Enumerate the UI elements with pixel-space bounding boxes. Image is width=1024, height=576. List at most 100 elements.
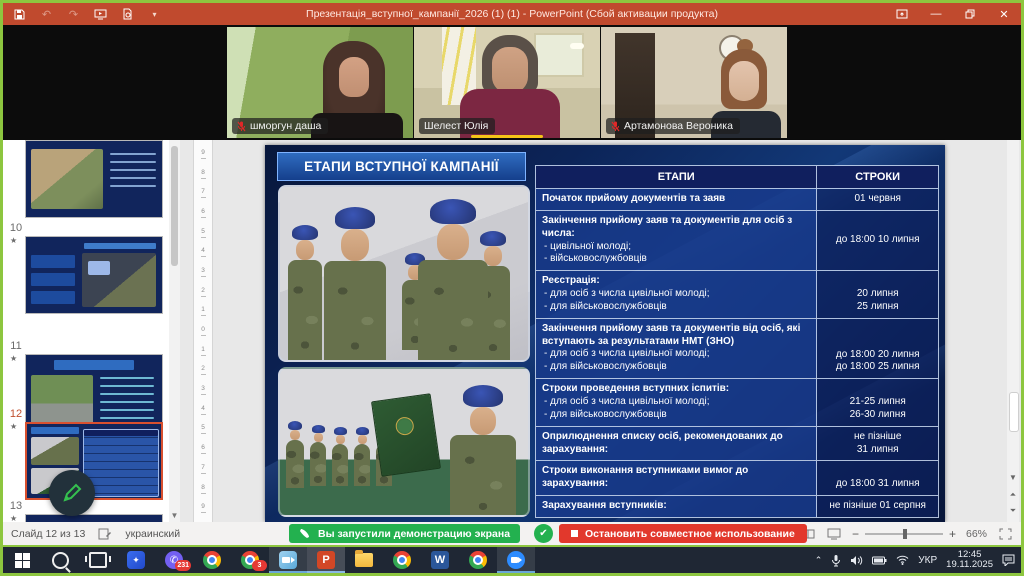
file-explorer[interactable] <box>345 547 383 573</box>
qat-customize-icon[interactable]: ▾ <box>148 8 161 21</box>
animation-star-icon: ★ <box>10 514 17 522</box>
next-slide-icon[interactable]: ⏷ <box>1007 506 1019 516</box>
zoom-slider[interactable]: − + <box>852 527 956 541</box>
start-slideshow-icon[interactable] <box>94 8 107 21</box>
notes-icon[interactable] <box>97 527 113 541</box>
save-icon[interactable] <box>13 8 26 21</box>
participant-name-label: Артамонова Вероника <box>606 118 740 134</box>
animation-star-icon: ★ <box>10 354 17 363</box>
chrome-app-4[interactable] <box>459 547 497 573</box>
participant-video-tile[interactable]: Артамонова Вероника <box>601 27 787 138</box>
participant-name: Шелест Юлія <box>424 120 488 132</box>
term-cell: до 18:00 20 липнядо 18:00 25 липня <box>817 319 938 378</box>
thumbnail-content <box>31 291 75 304</box>
scroll-down-icon[interactable]: ▼ <box>1007 473 1019 482</box>
minimize-button[interactable]: — <box>919 3 953 25</box>
thumbnail-content <box>110 169 156 171</box>
notification-badge: 3 <box>252 560 267 571</box>
language-tray-indicator[interactable]: УКР <box>918 555 937 566</box>
zoom-in-icon[interactable]: + <box>949 527 956 541</box>
stage-cell: Оприлюднення списку осіб, рекомендованих… <box>536 427 817 461</box>
action-center-icon[interactable] <box>1002 554 1015 566</box>
slide-canvas[interactable]: ЕТАПИ ВСТУПНОЇ КАМПАНІЇ ЕТАП <box>265 145 945 522</box>
slide-thumbnail[interactable] <box>25 236 163 314</box>
stage-cell: Зарахування вступників: <box>536 496 817 517</box>
slideshow-view-icon[interactable] <box>826 527 842 541</box>
ruler-mark: 2 <box>194 361 212 381</box>
stage-line: Закінчення прийому заяв та документів дл… <box>542 215 810 241</box>
ribbon-display-options-button[interactable] <box>885 3 919 25</box>
microphone-icon[interactable] <box>831 554 841 567</box>
task-view-button[interactable] <box>79 547 117 573</box>
zoom-icon <box>507 551 525 569</box>
zoom-out-icon[interactable]: − <box>852 527 859 541</box>
participant-video-tile[interactable]: шморгун даша <box>227 27 413 138</box>
table-row: Зарахування вступників:не пізніше 01 сер… <box>536 495 938 517</box>
thumbnail-content <box>54 360 134 370</box>
stage-line: Зарахування вступників: <box>542 500 810 513</box>
table-row: Реєстрація:- для осіб з числа цивільної … <box>536 270 938 318</box>
stage-line: - для військовослужбовців <box>542 361 810 374</box>
stage-line: - цивільної молоді; <box>542 241 810 254</box>
fit-slide-icon[interactable] <box>997 527 1013 541</box>
stage-line: Строки виконання вступниками вимог до за… <box>542 465 810 491</box>
animation-star-icon: ★ <box>10 422 17 431</box>
viber-app[interactable]: ✆231 <box>155 547 193 573</box>
term-cell: до 18:00 31 липня <box>817 461 938 495</box>
thumbnail-content <box>110 161 156 163</box>
slide-thumbnail[interactable] <box>25 140 163 218</box>
redo-icon[interactable]: ↷ <box>67 8 80 21</box>
thumbnail-content <box>88 261 110 275</box>
zoom-slider-handle[interactable] <box>903 529 907 539</box>
wifi-icon[interactable] <box>896 555 909 565</box>
ruler-mark: 5 <box>194 223 212 243</box>
ruler-mark: 4 <box>194 242 212 262</box>
stage-cell: Початок прийому документів та заяв <box>536 189 817 210</box>
powerpoint-app[interactable]: P <box>307 547 345 573</box>
chrome-app-3[interactable] <box>383 547 421 573</box>
windows-taskbar: ✦✆231 3 P W ⌃ УКР 12:45 19.11.2025 <box>3 547 1021 573</box>
admission-stages-table: ЕТАПИ СТРОКИ Початок прийому документів … <box>535 165 939 518</box>
previous-slide-icon[interactable]: ⏶ <box>1007 490 1019 500</box>
mic-muted-icon <box>237 121 246 132</box>
battery-icon[interactable] <box>872 556 887 565</box>
language-indicator[interactable]: украинский <box>125 528 180 540</box>
slide-thumbnail-panel[interactable]: ▼ ★10★11★12★13★ВИРІШУЙМИ ЧЕКАЄМО НА ТЕБЕ… <box>3 140 180 522</box>
term-line: 31 липня <box>857 444 899 457</box>
term-cell: до 18:00 10 липня <box>817 211 938 270</box>
main-scrollbar-thumb[interactable] <box>1009 392 1019 432</box>
slide-photo-oath <box>278 367 530 517</box>
close-button[interactable]: ✕ <box>987 3 1021 25</box>
print-preview-icon[interactable] <box>121 8 134 21</box>
term-line: до 18:00 20 липня <box>836 349 920 362</box>
participant-name: Артамонова Вероника <box>624 120 733 132</box>
tray-date: 19.11.2025 <box>946 560 993 570</box>
tray-expand-icon[interactable]: ⌃ <box>815 555 823 566</box>
tray-clock[interactable]: 12:45 19.11.2025 <box>946 550 993 571</box>
speaker-icon[interactable] <box>850 555 863 566</box>
thumbnail-content <box>84 430 158 436</box>
thumbnail-content <box>110 153 156 155</box>
zoom-app[interactable] <box>497 547 535 573</box>
search-button[interactable] <box>41 547 79 573</box>
undo-icon[interactable]: ↶ <box>40 8 53 21</box>
chrome-app-1[interactable] <box>193 547 231 573</box>
word-app[interactable]: W <box>421 547 459 573</box>
main-scrollbar[interactable]: ▼ ⏶ ⏷ <box>1007 140 1019 522</box>
term-line: 26-30 липня <box>850 409 906 422</box>
table-row: Закінчення прийому заяв та документів дл… <box>536 210 938 270</box>
video-conference-app[interactable] <box>269 547 307 573</box>
slide-thumbnail[interactable]: ВИРІШУЙМИ ЧЕКАЄМО НА ТЕБЕ! <box>25 514 163 522</box>
participant-video-tile[interactable]: Шелест Юлія <box>414 27 600 138</box>
start-button[interactable] <box>3 547 41 573</box>
table-row: Строки проведення вступних іспитів:- для… <box>536 378 938 426</box>
zoom-percent[interactable]: 66% <box>966 528 987 540</box>
restore-button[interactable] <box>953 3 987 25</box>
ruler-mark: 9 <box>194 144 212 164</box>
annotation-pencil-button[interactable] <box>49 470 95 516</box>
thumbnail-content <box>100 385 154 387</box>
thumbnail-content <box>100 377 154 379</box>
chrome-app-2[interactable]: 3 <box>231 547 269 573</box>
blue-tile-app[interactable]: ✦ <box>117 547 155 573</box>
stop-sharing-button[interactable]: Остановить совместное использование <box>559 524 807 543</box>
